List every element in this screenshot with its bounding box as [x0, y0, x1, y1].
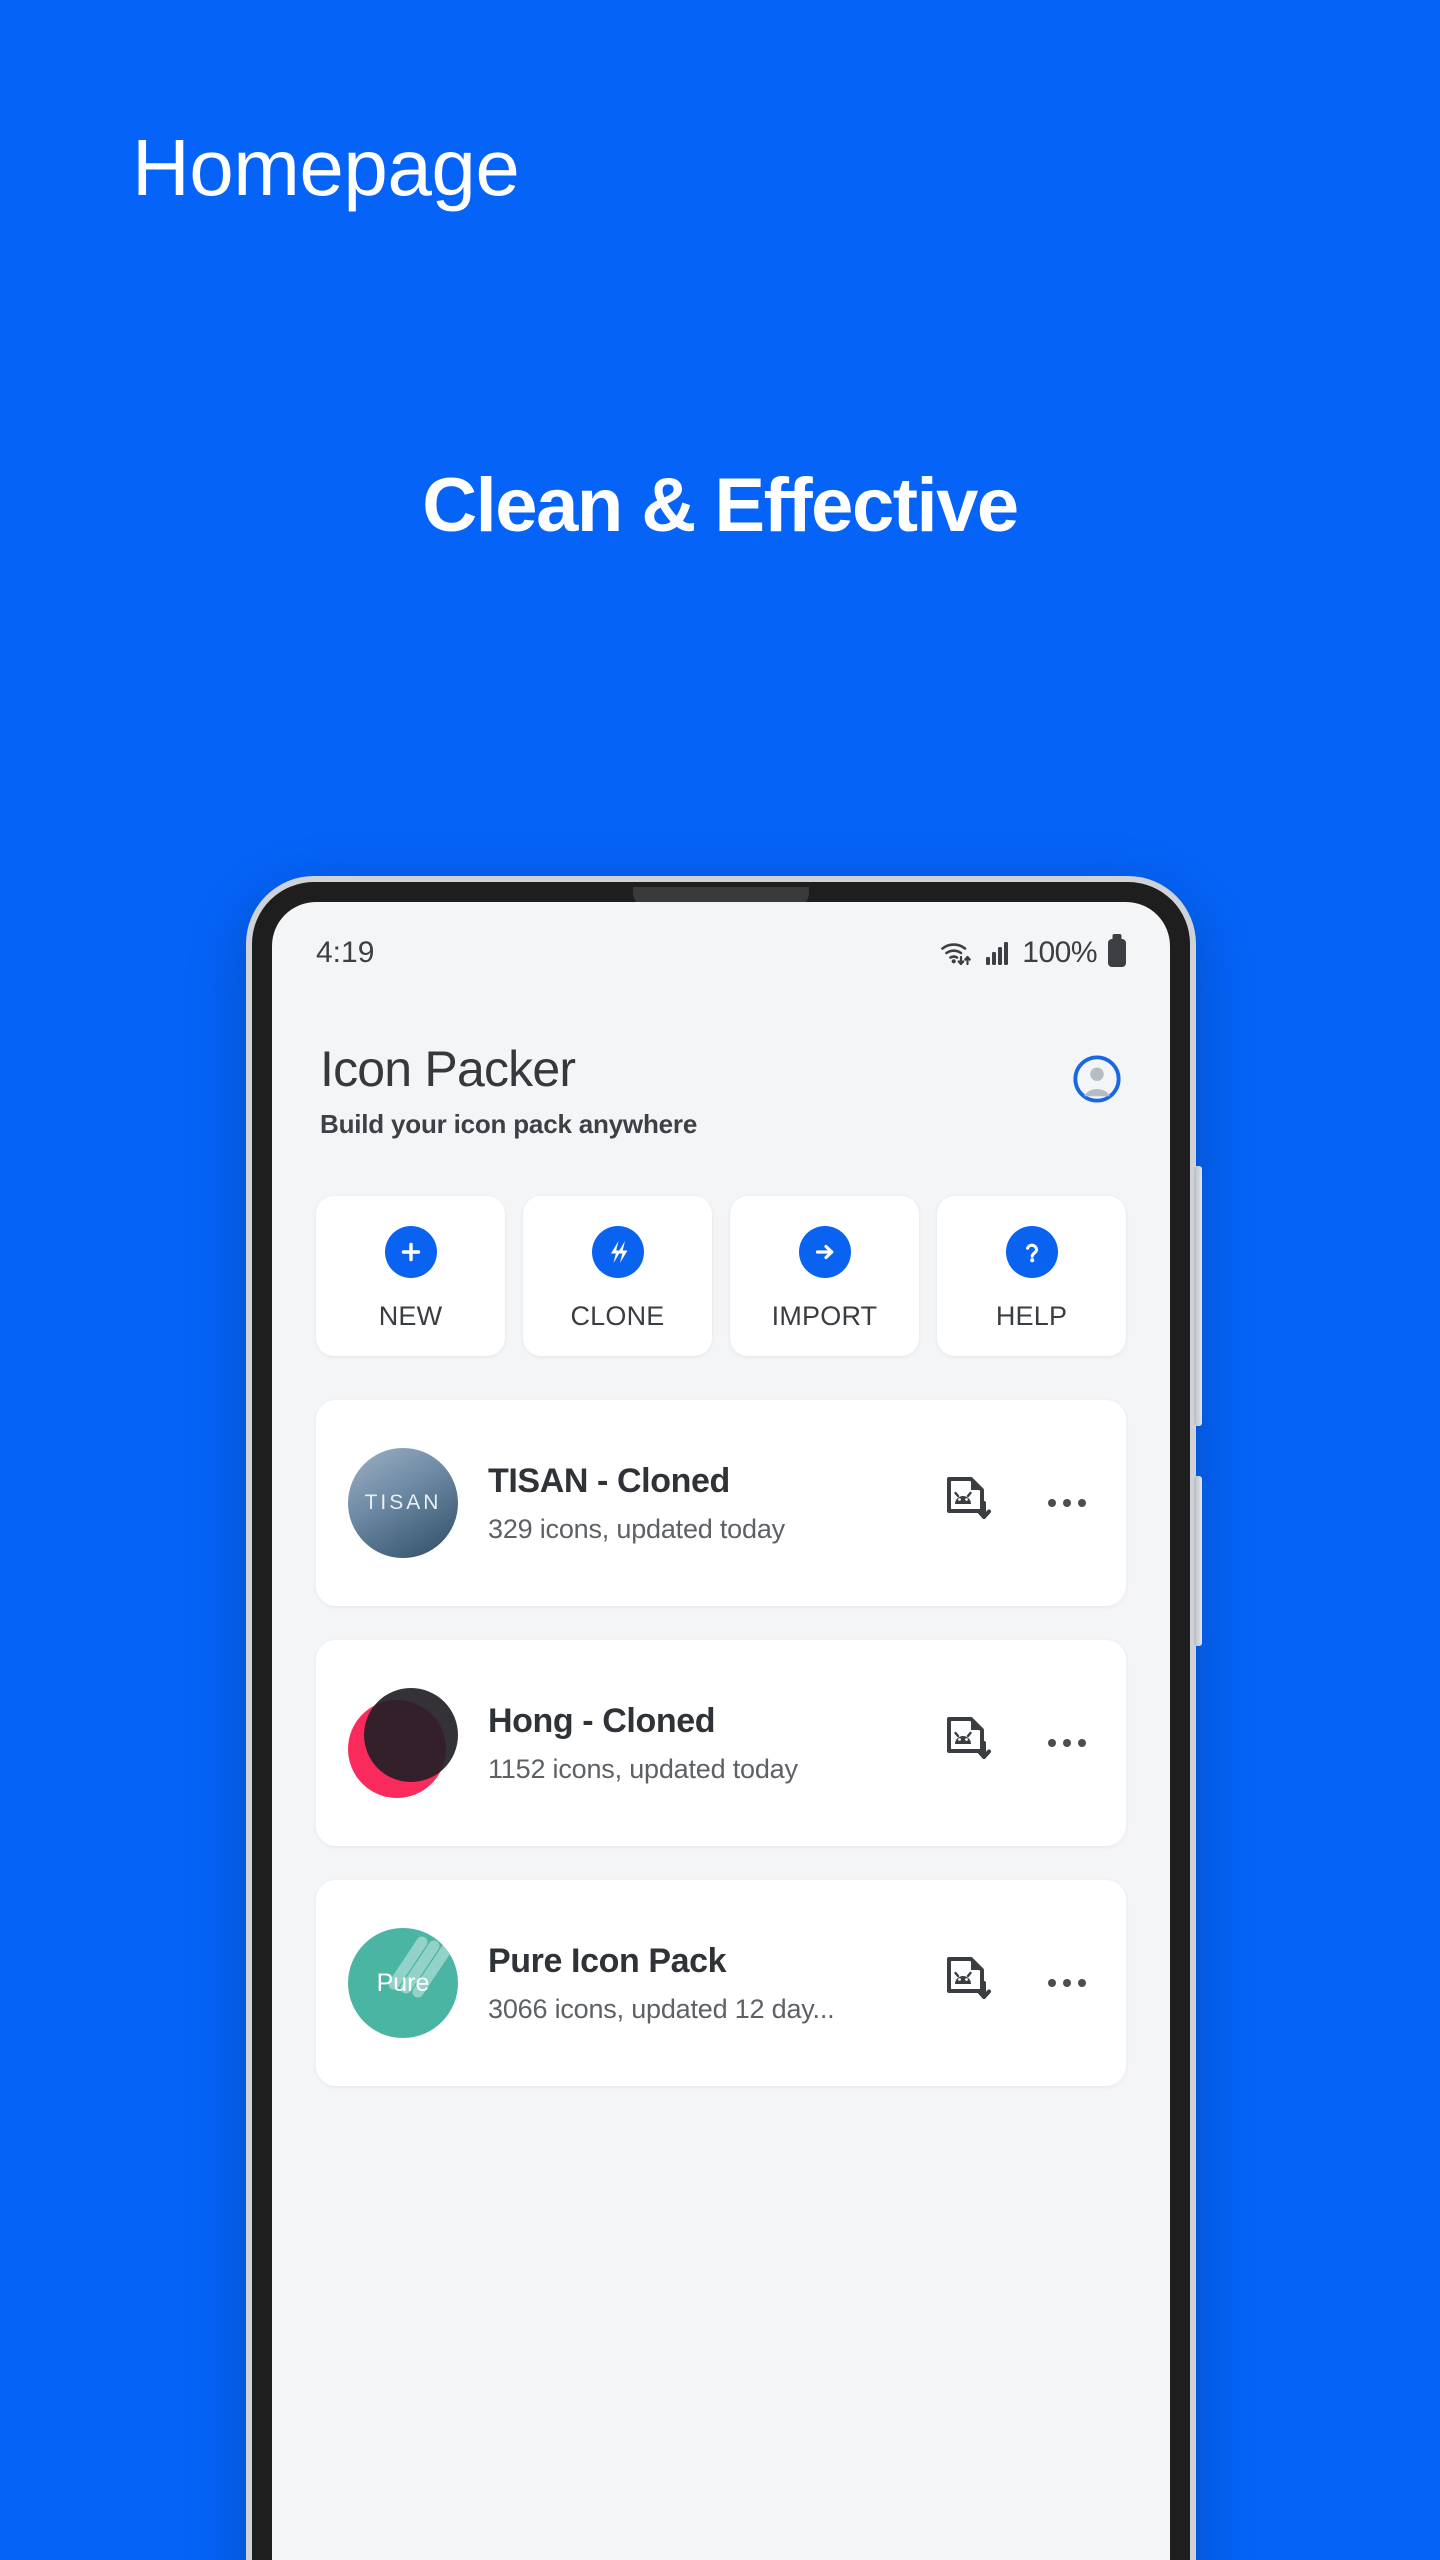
pack-text: TISAN - Cloned 329 icons, updated today — [488, 1462, 914, 1545]
action-help-button[interactable]: HELP — [937, 1196, 1126, 1356]
volume-button[interactable] — [1194, 1166, 1202, 1426]
plus-icon — [384, 1226, 437, 1278]
quick-actions-row: NEW CLONE IMPORT HELP — [272, 1140, 1170, 1356]
list-item[interactable]: TISAN TISAN - Cloned 329 icons, updated … — [316, 1400, 1126, 1606]
status-clock: 4:19 — [316, 936, 375, 969]
arrow-right-icon — [798, 1226, 851, 1278]
promo-title: Homepage — [132, 123, 520, 212]
phone-mockup: 4:19 100% Icon Packer Build your icon pa… — [246, 876, 1202, 2560]
pack-name: TISAN - Cloned — [488, 1461, 730, 1500]
app-subtitle: Build your icon pack anywhere — [320, 1109, 698, 1139]
double-bolt-icon — [591, 1226, 644, 1278]
status-bar: 4:19 100% — [272, 902, 1170, 970]
app-header-text: Icon Packer Build your icon pack anywher… — [320, 1042, 697, 1140]
pack-avatar: TISAN — [348, 1448, 458, 1558]
avatar-label: Pure — [376, 1968, 430, 1997]
cellular-signal-icon — [986, 942, 1009, 965]
pack-avatar: Pure — [348, 1928, 458, 2038]
action-import-button[interactable]: IMPORT — [730, 1196, 919, 1356]
battery-percent-label: 100% — [1022, 936, 1097, 969]
pack-text: Hong - Cloned 1152 icons, updated today — [488, 1702, 914, 1785]
action-label: IMPORT — [771, 1301, 878, 1331]
action-label: NEW — [378, 1301, 443, 1331]
overflow-menu-icon[interactable] — [1042, 1481, 1092, 1525]
action-new-button[interactable]: NEW — [316, 1196, 505, 1356]
apk-export-icon[interactable] — [944, 1716, 994, 1770]
power-button[interactable] — [1194, 1476, 1202, 1646]
avatar-label: TISAN — [364, 1491, 442, 1514]
app-header: Icon Packer Build your icon pack anywher… — [272, 970, 1170, 1140]
promo-headline: Clean & Effective — [422, 463, 1019, 548]
question-mark-icon — [1005, 1226, 1058, 1278]
pack-meta: 1152 icons, updated today — [488, 1753, 798, 1784]
pack-meta: 329 icons, updated today — [488, 1513, 785, 1544]
account-circle-icon[interactable] — [1072, 1054, 1122, 1104]
icon-pack-list: TISAN TISAN - Cloned 329 icons, updated … — [272, 1356, 1170, 2086]
apk-export-icon[interactable] — [944, 1956, 994, 2010]
pack-text: Pure Icon Pack 3066 icons, updated 12 da… — [488, 1942, 914, 2025]
app-title: Icon Packer — [320, 1041, 576, 1097]
pack-avatar — [348, 1688, 458, 1798]
list-item[interactable]: Hong - Cloned 1152 icons, updated today — [316, 1640, 1126, 1846]
overflow-menu-icon[interactable] — [1042, 1721, 1092, 1765]
status-indicators: 100% — [940, 936, 1126, 970]
phone-screen: 4:19 100% Icon Packer Build your icon pa… — [272, 902, 1170, 2560]
apk-export-icon[interactable] — [944, 1476, 994, 1530]
action-label: HELP — [995, 1301, 1068, 1331]
phone-bezel: 4:19 100% Icon Packer Build your icon pa… — [252, 882, 1190, 2560]
overflow-menu-icon[interactable] — [1042, 1961, 1092, 2005]
pack-name: Pure Icon Pack — [488, 1941, 727, 1980]
wifi-transfer-icon — [941, 943, 972, 966]
list-item[interactable]: Pure Pure Icon Pack 3066 icons, updated … — [316, 1880, 1126, 2086]
pack-name: Hong - Cloned — [488, 1701, 716, 1740]
action-clone-button[interactable]: CLONE — [523, 1196, 712, 1356]
battery-full-icon — [1108, 939, 1126, 967]
action-label: CLONE — [570, 1301, 665, 1331]
pack-meta: 3066 icons, updated 12 day... — [488, 1993, 835, 2024]
